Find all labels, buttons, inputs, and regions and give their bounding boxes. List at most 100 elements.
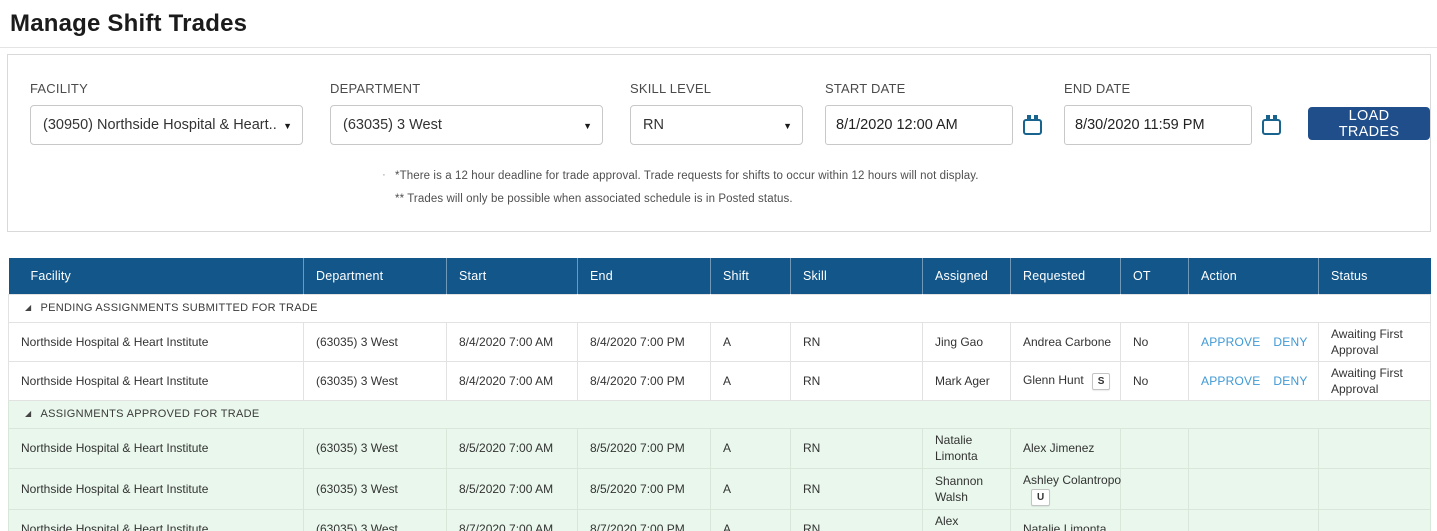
requested-name: Natalie Limonta — [1023, 522, 1106, 531]
cell-status — [1319, 468, 1431, 510]
table-row: Northside Hospital & Heart Institute (63… — [9, 322, 1431, 361]
cell-status — [1319, 429, 1431, 468]
cell-action — [1189, 510, 1319, 531]
col-header-status[interactable]: Status — [1319, 258, 1431, 294]
grid-body: ◢PENDING ASSIGNMENTS SUBMITTED FOR TRADE… — [9, 294, 1431, 531]
cell-status — [1319, 510, 1431, 531]
cell-shift: A — [711, 468, 791, 510]
cell-ot — [1121, 510, 1189, 531]
group-expand-icon[interactable]: ◢ — [25, 303, 31, 314]
skill-level-label: SKILL LEVEL — [630, 81, 803, 96]
page-title: Manage Shift Trades — [10, 10, 1437, 38]
col-header-assigned[interactable]: Assigned — [923, 258, 1011, 294]
end-date-input[interactable] — [1064, 105, 1252, 145]
cell-ot: No — [1121, 361, 1189, 400]
col-header-start[interactable]: Start — [447, 258, 578, 294]
cell-end: 8/4/2020 7:00 PM — [578, 322, 711, 361]
load-trades-button[interactable]: LOAD TRADES — [1308, 107, 1430, 140]
cell-start: 8/4/2020 7:00 AM — [447, 361, 578, 400]
col-header-department[interactable]: Department — [304, 258, 447, 294]
start-date-label: START DATE — [825, 81, 1042, 96]
note-deadline: *There is a 12 hour deadline for trade a… — [395, 170, 1430, 182]
cell-start: 8/4/2020 7:00 AM — [447, 322, 578, 361]
approve-link[interactable]: APPROVE — [1201, 335, 1260, 349]
department-select[interactable]: (63035) 3 West ▼ — [330, 105, 603, 145]
cell-action: APPROVE DENY — [1189, 361, 1319, 400]
group-header-row[interactable]: ◢ ASSIGNMENTS APPROVED FOR TRADE — [9, 401, 1431, 429]
end-date-filter: END DATE — [1064, 81, 1281, 145]
facility-select[interactable]: (30950) Northside Hospital & Heart... ▼ — [30, 105, 303, 145]
cell-start: 8/5/2020 7:00 AM — [447, 468, 578, 510]
cell-ot: No — [1121, 322, 1189, 361]
cell-end: 8/7/2020 7:00 PM — [578, 510, 711, 531]
facility-filter: FACILITY (30950) Northside Hospital & He… — [30, 81, 303, 145]
department-label: DEPARTMENT — [330, 81, 603, 96]
cell-ot — [1121, 429, 1189, 468]
filter-panel: FACILITY (30950) Northside Hospital & He… — [7, 54, 1431, 232]
skill-level-select[interactable]: RN ▼ — [630, 105, 803, 145]
cell-facility: Northside Hospital & Heart Institute — [9, 361, 304, 400]
requested-name: Glenn Hunt — [1023, 373, 1084, 387]
end-date-label: END DATE — [1064, 81, 1281, 96]
cell-requested: Alex Jimenez — [1011, 429, 1121, 468]
col-header-skill[interactable]: Skill — [791, 258, 923, 294]
cell-status: Awaiting First Approval — [1319, 361, 1431, 400]
cell-requested: Andrea Carbone — [1011, 322, 1121, 361]
cell-action: APPROVE DENY — [1189, 322, 1319, 361]
table-row: Northside Hospital & Heart Institute (63… — [9, 510, 1431, 531]
cell-start: 8/7/2020 7:00 AM — [447, 510, 578, 531]
filter-row: FACILITY (30950) Northside Hospital & He… — [8, 55, 1430, 145]
start-date-filter: START DATE — [825, 81, 1042, 145]
col-header-ot[interactable]: OT — [1121, 258, 1189, 294]
col-header-facility[interactable]: Facility — [9, 258, 304, 294]
cell-skill: RN — [791, 468, 923, 510]
group-label: ASSIGNMENTS APPROVED FOR TRADE — [40, 408, 259, 420]
cell-requested: Glenn Hunt S — [1011, 361, 1121, 400]
chevron-down-icon: ▼ — [783, 121, 792, 131]
col-header-action[interactable]: Action — [1189, 258, 1319, 294]
cell-department: (63035) 3 West — [304, 510, 447, 531]
skill-level-filter: SKILL LEVEL RN ▼ — [630, 81, 803, 145]
notes: *There is a 12 hour deadline for trade a… — [395, 170, 1430, 205]
requested-badge: S — [1092, 373, 1111, 391]
cell-facility: Northside Hospital & Heart Institute — [9, 322, 304, 361]
cell-facility: Northside Hospital & Heart Institute — [9, 468, 304, 510]
col-header-end[interactable]: End — [578, 258, 711, 294]
approve-link[interactable]: APPROVE — [1201, 374, 1260, 388]
cell-end: 8/5/2020 7:00 PM — [578, 429, 711, 468]
cell-skill: RN — [791, 322, 923, 361]
cell-skill: RN — [791, 510, 923, 531]
cell-end: 8/5/2020 7:00 PM — [578, 468, 711, 510]
cell-department: (63035) 3 West — [304, 361, 447, 400]
calendar-icon[interactable] — [1262, 119, 1281, 135]
deny-link[interactable]: DENY — [1273, 335, 1307, 349]
cell-facility: Northside Hospital & Heart Institute — [9, 510, 304, 531]
group-header-row[interactable]: ◢PENDING ASSIGNMENTS SUBMITTED FOR TRADE — [9, 294, 1431, 322]
cell-assigned: Shannon Walsh — [923, 468, 1011, 510]
cell-shift: A — [711, 361, 791, 400]
cell-facility: Northside Hospital & Heart Institute — [9, 429, 304, 468]
start-date-input[interactable] — [825, 105, 1013, 145]
cell-department: (63035) 3 West — [304, 468, 447, 510]
cell-action — [1189, 468, 1319, 510]
cell-shift: A — [711, 429, 791, 468]
cell-department: (63035) 3 West — [304, 322, 447, 361]
col-header-requested[interactable]: Requested — [1011, 258, 1121, 294]
table-row: Northside Hospital & Heart Institute (63… — [9, 361, 1431, 400]
col-header-shift[interactable]: Shift — [711, 258, 791, 294]
cell-assigned: Natalie Limonta — [923, 429, 1011, 468]
department-selected-value: (63035) 3 West — [343, 117, 442, 133]
deny-link[interactable]: DENY — [1273, 374, 1307, 388]
load-trades-group: LOAD TRADES — [1308, 81, 1430, 141]
cell-department: (63035) 3 West — [304, 429, 447, 468]
calendar-icon[interactable] — [1023, 119, 1042, 135]
cell-action — [1189, 429, 1319, 468]
requested-name: Ashley Colantropo — [1023, 473, 1121, 487]
requested-name: Alex Jimenez — [1023, 441, 1094, 455]
note-posted-status: ** Trades will only be possible when ass… — [395, 193, 1430, 205]
group-expand-icon[interactable]: ◢ — [25, 409, 31, 420]
trades-table: Facility Department Start End Shift Skil… — [8, 258, 1431, 531]
page-header: Manage Shift Trades — [0, 0, 1437, 48]
requested-badge: U — [1031, 489, 1050, 507]
cell-requested: Ashley Colantropo U — [1011, 468, 1121, 510]
